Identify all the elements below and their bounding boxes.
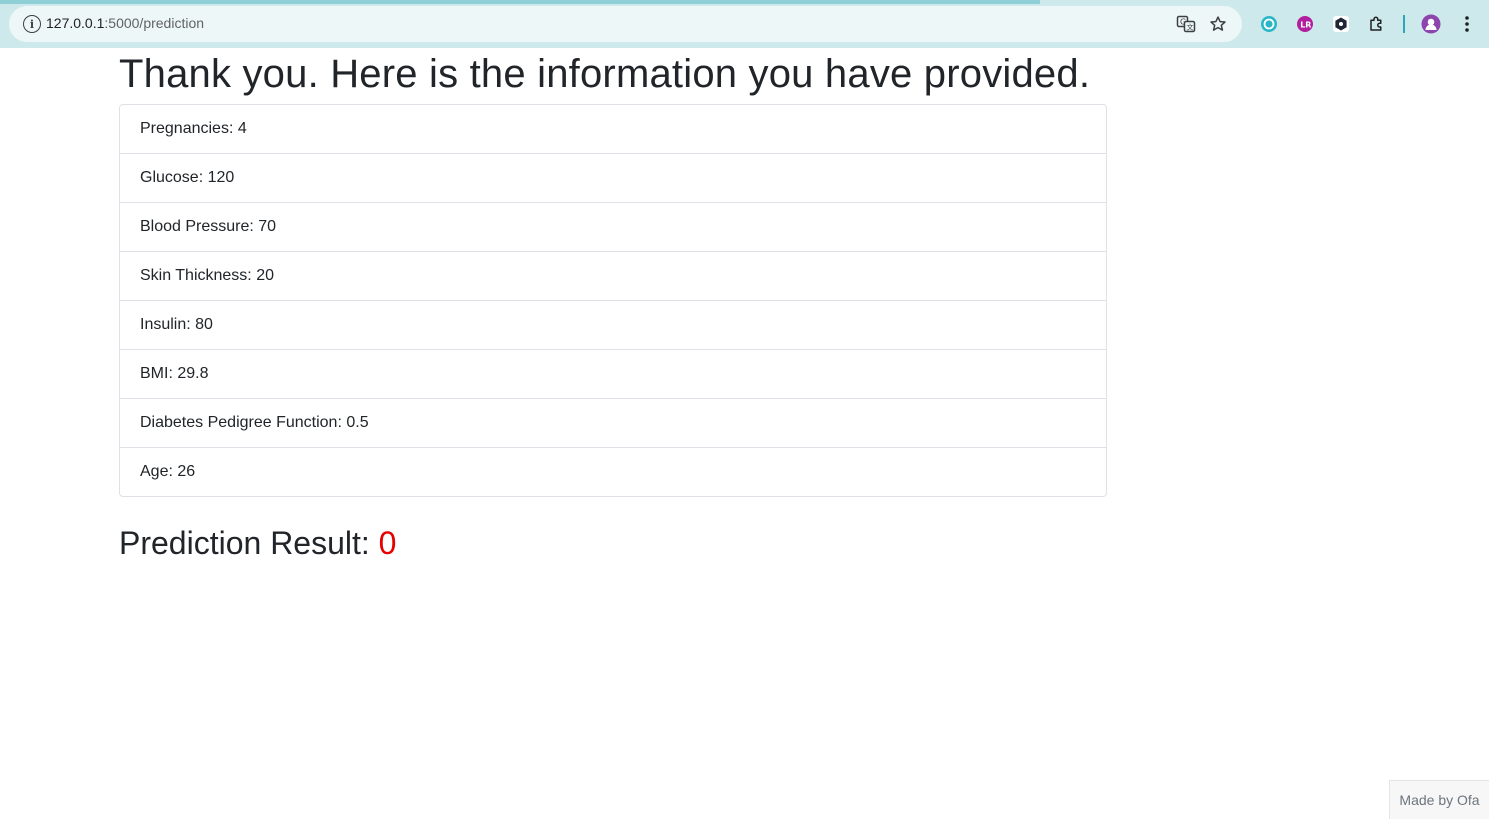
list-item-bmi: BMI: 29.8: [120, 350, 1106, 399]
svg-text:文: 文: [1187, 23, 1194, 32]
toolbar-divider: [1403, 15, 1405, 33]
bookmark-star-icon[interactable]: [1208, 14, 1228, 34]
footer-credit: Made by Ofa: [1389, 780, 1489, 819]
profile-avatar-icon[interactable]: [1421, 14, 1441, 34]
list-item-age: Age: 26: [140, 463, 196, 480]
more-menu-icon[interactable]: [1457, 14, 1477, 34]
url-text[interactable]: 127.0.0.1:5000/prediction: [46, 15, 204, 31]
site-info-icon[interactable]: i: [23, 15, 41, 33]
main-content: Thank you. Here is the information you h…: [119, 50, 1107, 563]
list-item-blood-pressure: Blood Pressure: 70: [120, 203, 1106, 252]
tab-strip: [0, 0, 1040, 4]
browser-toolbar: i 127.0.0.1:5000/prediction G 文 LR: [0, 0, 1489, 48]
address-bar[interactable]: i 127.0.0.1:5000/prediction G 文: [9, 6, 1242, 42]
extension-3-icon[interactable]: [1331, 14, 1351, 34]
list-item-glucose: Glucose: 120: [120, 154, 1106, 203]
svg-text:LR: LR: [1300, 21, 1311, 30]
list-item-pregnancies: Pregnancies: 4: [120, 105, 1106, 154]
url-host: 127.0.0.1: [46, 15, 105, 31]
prediction-result: Prediction Result: 0: [119, 523, 1107, 563]
provided-info-list: Pregnancies: 4 Glucose: 120 Blood Pressu…: [119, 104, 1107, 497]
prediction-result-value: 0: [378, 525, 397, 561]
extension-2-icon[interactable]: LR: [1295, 14, 1315, 34]
extensions-puzzle-icon[interactable]: [1367, 14, 1387, 34]
list-item-diabetes-pedigree: Diabetes Pedigree Function: 0.5: [120, 399, 1106, 448]
prediction-result-label: Prediction Result:: [119, 525, 370, 561]
translate-icon[interactable]: G 文: [1176, 14, 1196, 34]
page-title: Thank you. Here is the information you h…: [119, 52, 1091, 96]
extension-1-icon[interactable]: [1259, 14, 1279, 34]
list-item-skin-thickness: Skin Thickness: 20: [120, 252, 1106, 301]
url-path: :5000/prediction: [104, 15, 205, 31]
list-item-insulin: Insulin: 80: [120, 301, 1106, 350]
